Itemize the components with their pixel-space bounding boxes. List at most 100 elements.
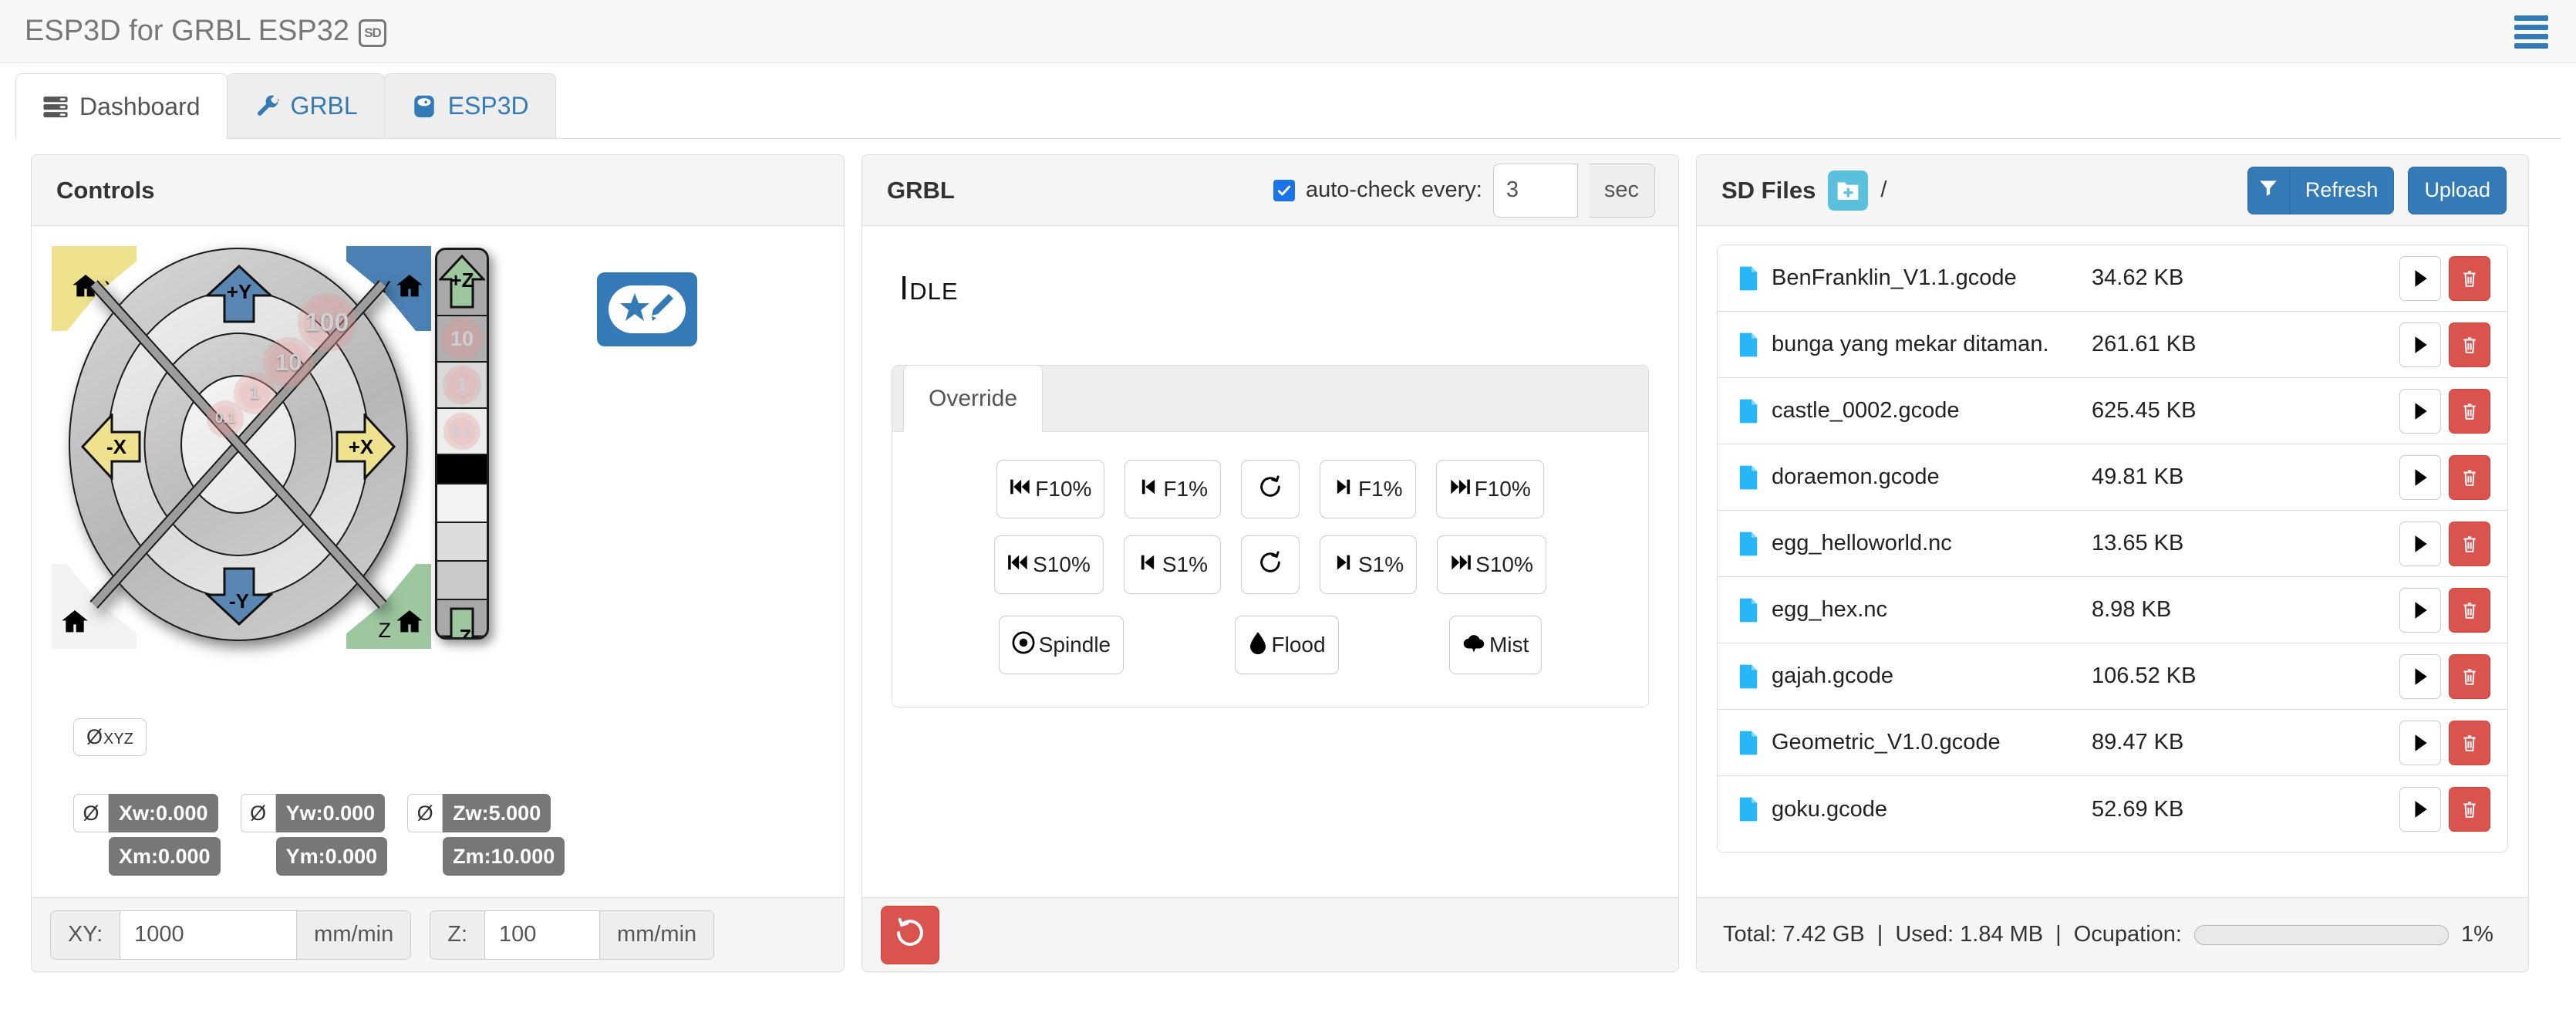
table-row[interactable]: castle_0002.gcode 625.45 KB — [1718, 378, 2507, 444]
jog-plus-y-label: +Y — [226, 279, 252, 303]
grbl-reset-button[interactable] — [881, 905, 939, 964]
folder-plus-icon[interactable] — [1828, 170, 1869, 211]
hamburger-icon[interactable] — [2514, 14, 2553, 49]
file-play-button[interactable] — [2399, 521, 2441, 566]
z-band-3[interactable] — [437, 562, 487, 600]
z-band-2[interactable] — [437, 523, 487, 562]
zero-x-button[interactable]: Ø — [73, 794, 109, 832]
file-delete-button[interactable] — [2449, 322, 2490, 367]
file-play-button[interactable] — [2399, 587, 2441, 633]
sd-filter-button[interactable] — [2247, 166, 2289, 214]
file-play-button[interactable] — [2399, 653, 2441, 699]
spindle-dot-icon — [1012, 631, 1035, 660]
y-machine-value: Ym:0.000 — [275, 837, 388, 876]
table-row[interactable]: egg_helloworld.nc 13.65 KB — [1718, 511, 2507, 577]
axis-z-group: Ø Zw:5.000 Zm:10.000 — [407, 794, 565, 876]
feed-plus-1-button[interactable]: F1% — [1320, 460, 1416, 518]
xy-distance-10[interactable]: 10 — [268, 343, 309, 383]
grbl-status: Idle — [899, 269, 959, 307]
xy-distance-1[interactable]: 1 — [239, 378, 270, 409]
table-row[interactable]: Geometric_V1.0.gcode 89.47 KB — [1718, 710, 2507, 776]
jog-minus-y-button[interactable]: -Y — [204, 566, 274, 626]
feed-reset-button[interactable] — [1241, 460, 1300, 518]
tab-override[interactable]: Override — [903, 365, 1044, 432]
tab-grbl[interactable]: GRBL — [226, 73, 385, 138]
table-row[interactable]: doraemon.gcode 49.81 KB — [1718, 444, 2507, 511]
tab-dashboard[interactable]: Dashboard — [15, 73, 228, 139]
feed-plus-10-button[interactable]: F10% — [1435, 460, 1544, 518]
file-play-button[interactable] — [2399, 787, 2441, 832]
jog-plus-y-button[interactable]: +Y — [204, 265, 274, 325]
controls-panel-body: X Y Z — [32, 226, 844, 897]
server-icon — [42, 93, 69, 120]
flood-toggle-button[interactable]: Flood — [1234, 616, 1339, 674]
file-delete-button[interactable] — [2449, 255, 2490, 301]
sd-actions-group: Refresh — [2247, 166, 2395, 214]
feed-override-row: F10% F1% F1% F10% — [912, 460, 1628, 518]
spindle-toggle-button[interactable]: Spindle — [998, 616, 1124, 674]
grbl-panel-body: Idle Override F10% F1% F1% F10% S10% S1%… — [862, 226, 1678, 897]
step-backward-icon — [1137, 552, 1158, 579]
spindle-plus-10-button[interactable]: S10% — [1437, 535, 1546, 594]
sd-refresh-button[interactable]: Refresh — [2288, 166, 2395, 214]
jog-minus-x-button[interactable]: -X — [81, 414, 143, 480]
file-play-button[interactable] — [2399, 454, 2441, 500]
sd-badge-icon: SD — [359, 19, 387, 47]
file-delete-button[interactable] — [2449, 587, 2490, 633]
z-band-1[interactable] — [437, 484, 487, 523]
file-delete-button[interactable] — [2449, 388, 2490, 434]
jog-plus-z-button[interactable]: +Z — [437, 250, 487, 316]
file-delete-button[interactable] — [2449, 521, 2490, 566]
jog-minus-y-label: -Y — [229, 589, 249, 613]
zero-y-button[interactable]: Ø — [240, 794, 276, 832]
xy-feedrate-input[interactable] — [120, 910, 298, 960]
file-play-button[interactable] — [2399, 255, 2441, 301]
star-pencil-icon — [618, 290, 676, 329]
sd-file-list[interactable]: BenFranklin_V1.1.gcode 34.62 KB bunga ya… — [1717, 245, 2508, 852]
z-distance-10[interactable]: 10 — [437, 316, 487, 363]
table-row[interactable]: BenFranklin_V1.1.gcode 34.62 KB — [1718, 245, 2507, 312]
xy-distance-0.1[interactable]: 0.1 — [212, 406, 238, 432]
sd-upload-button[interactable]: Upload — [2408, 166, 2507, 214]
override-tabbox-body: F10% F1% F1% F10% S10% S1% S1% S10% Spin… — [892, 432, 1648, 707]
tab-esp3d[interactable]: ESP3D — [383, 73, 556, 138]
spindle-minus-10-button[interactable]: S10% — [994, 535, 1104, 594]
file-play-button[interactable] — [2399, 388, 2441, 434]
file-delete-button[interactable] — [2449, 653, 2490, 699]
zero-xyz-button[interactable]: Ø XYZ — [73, 718, 147, 756]
file-name: doraemon.gcode — [1772, 464, 1940, 489]
file-delete-button[interactable] — [2449, 720, 2490, 765]
toggles-row: Spindle Flood Mist — [912, 616, 1628, 674]
table-row[interactable]: goku.gcode 52.69 KB — [1718, 776, 2507, 842]
file-play-button[interactable] — [2399, 720, 2441, 765]
z-distance-01[interactable]: 0.1 — [437, 409, 487, 455]
z-feedrate-input[interactable] — [484, 910, 601, 960]
autocheck-interval-input[interactable] — [1492, 163, 1578, 218]
zero-z-button[interactable]: Ø — [407, 794, 443, 832]
table-row[interactable]: egg_hex.nc 8.98 KB — [1718, 577, 2507, 643]
file-delete-button[interactable] — [2449, 454, 2490, 500]
feed-minus-1-button[interactable]: F1% — [1124, 460, 1221, 518]
xy-distance-100[interactable]: 100 — [303, 299, 351, 346]
spindle-minus-1-button[interactable]: S1% — [1123, 535, 1221, 594]
table-row[interactable]: gajah.gcode 106.52 KB — [1718, 643, 2507, 710]
file-delete-button[interactable] — [2449, 787, 2490, 832]
feed-minus-10-button[interactable]: F10% — [996, 460, 1105, 518]
z-band-black[interactable] — [437, 455, 487, 484]
jog-plus-x-button[interactable]: +X — [334, 414, 396, 480]
spindle-plus-1-button[interactable]: S1% — [1320, 535, 1418, 594]
file-name: BenFranklin_V1.1.gcode — [1772, 265, 2017, 290]
step-forward-icon — [1333, 552, 1354, 579]
jog-minus-z-button[interactable]: -Z — [437, 600, 487, 637]
autocheck-checkbox[interactable] — [1273, 179, 1295, 201]
xy-feedrate-label: XY: — [50, 910, 120, 960]
mist-toggle-button[interactable]: Mist — [1448, 616, 1543, 674]
jog-area: X Y Z — [46, 240, 817, 876]
file-size: 8.98 KB — [2092, 597, 2172, 622]
spindle-reset-button[interactable] — [1241, 535, 1300, 594]
table-row[interactable]: bunga yang mekar ditaman. 261.61 KB — [1718, 312, 2507, 378]
macro-edit-button[interactable] — [597, 272, 697, 346]
file-play-button[interactable] — [2399, 322, 2441, 367]
file-icon — [1738, 398, 1764, 424]
z-distance-1[interactable]: 1 — [437, 363, 487, 409]
